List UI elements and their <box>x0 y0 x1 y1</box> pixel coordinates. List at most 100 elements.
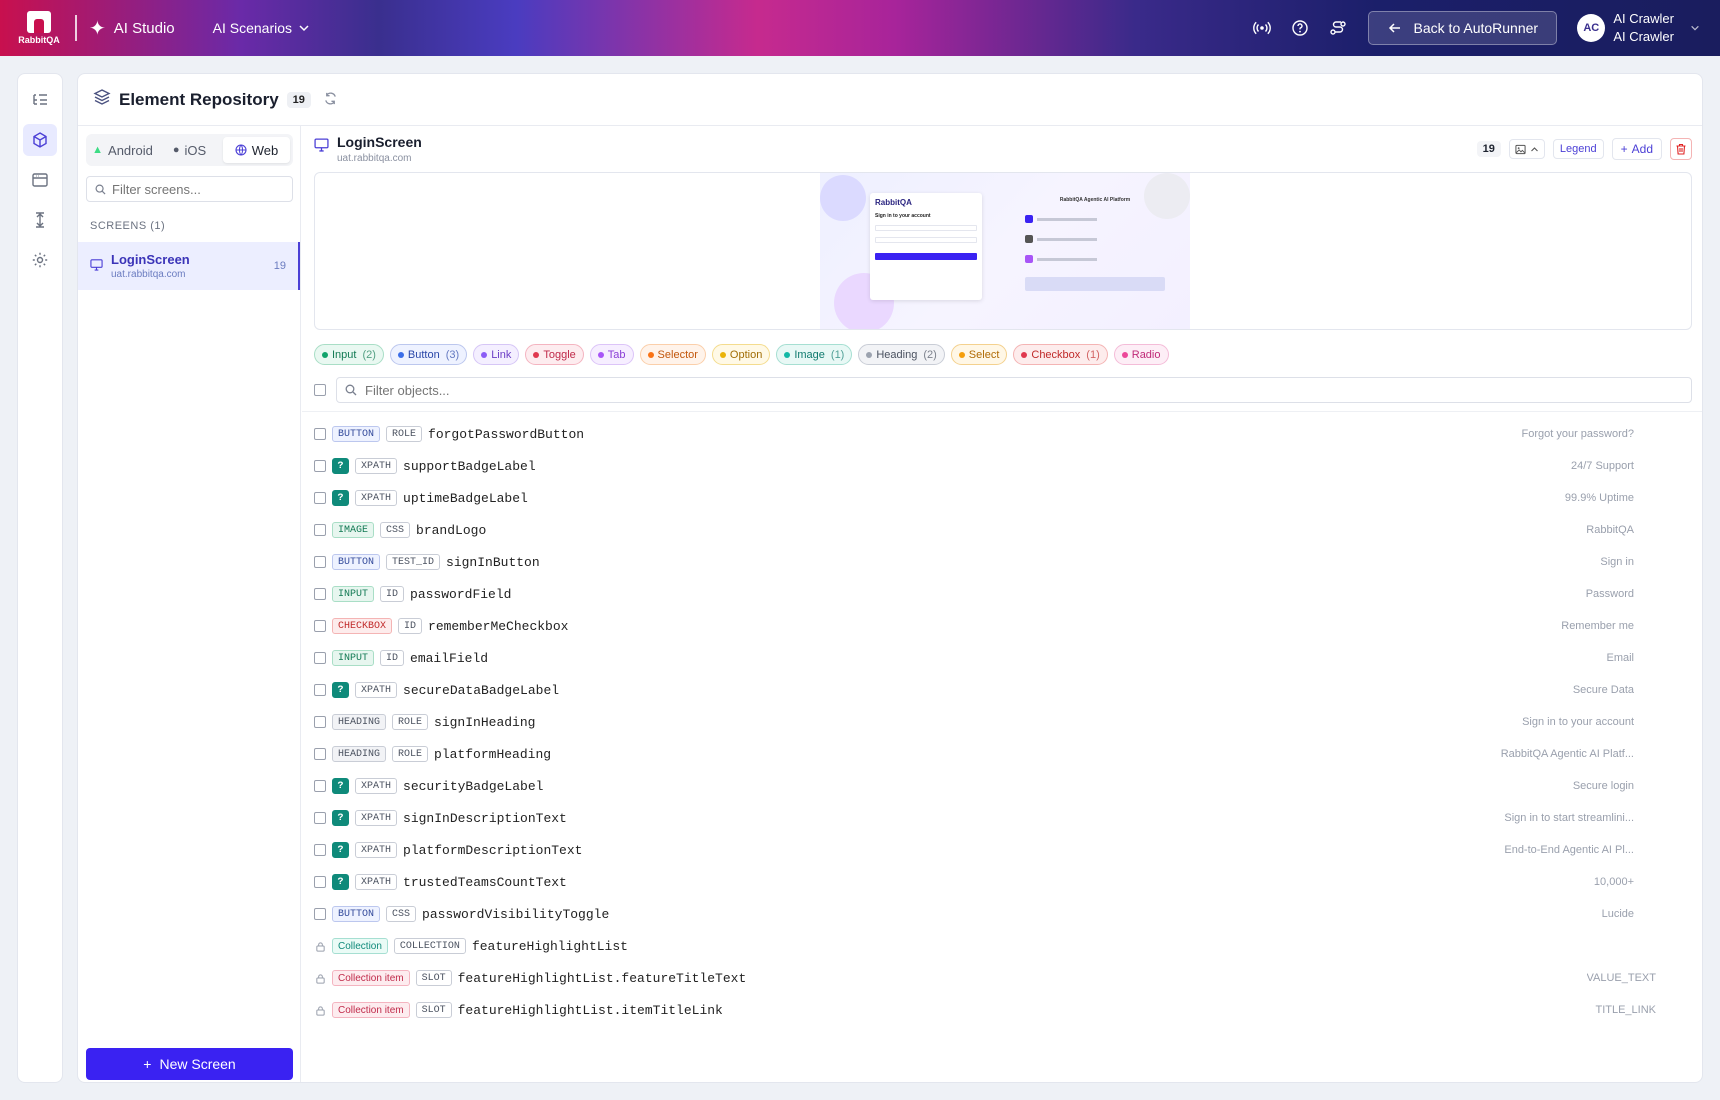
new-screen-button[interactable]: + New Screen <box>86 1048 293 1080</box>
locator-strategy-badge: XPATH <box>355 778 398 794</box>
monitor-icon <box>314 137 329 155</box>
filter-chip-input[interactable]: Input (2) <box>314 344 384 365</box>
filter-chip-count: (1) <box>830 348 845 361</box>
element-row[interactable]: BUTTON CSS passwordVisibilityToggle Lucide <box>302 898 1702 930</box>
add-element-button[interactable]: + Add <box>1611 138 1662 160</box>
row-checkbox[interactable] <box>314 908 326 920</box>
box-icon[interactable] <box>23 124 57 156</box>
row-checkbox[interactable] <box>314 620 326 632</box>
row-checkbox[interactable] <box>314 428 326 440</box>
screen-filter-input[interactable] <box>112 181 282 197</box>
chevron-down-icon <box>1691 25 1699 31</box>
help-icon[interactable] <box>1282 10 1318 46</box>
filter-chip-radio[interactable]: Radio <box>1113 344 1169 365</box>
avatar: AC <box>1577 14 1606 42</box>
filter-chip-image[interactable]: Image (1) <box>776 344 853 365</box>
element-row[interactable]: Collection item SLOT featureHighlightList.… <box>302 962 1702 994</box>
user-menu[interactable]: AC AI Crawler AI Crawler <box>1577 10 1700 46</box>
row-checkbox[interactable] <box>314 748 326 760</box>
element-value: RabbitQA Agentic AI Platf... <box>1500 748 1634 760</box>
tab-android[interactable]: ▲ Android <box>89 137 156 163</box>
element-row[interactable]: BUTTON TEST_ID signInButton Sign in <box>302 546 1702 578</box>
element-value: Secure login <box>1572 780 1634 792</box>
row-checkbox[interactable] <box>314 780 326 792</box>
filter-chip-option[interactable]: Option <box>711 344 771 365</box>
element-name: signInButton <box>446 554 540 570</box>
element-row[interactable]: ? XPATH signInDescriptionText Sign in to st… <box>302 802 1702 834</box>
element-row[interactable]: ? XPATH trustedTeamsCountText 10,000+ <box>302 866 1702 898</box>
settings-gear-icon[interactable] <box>23 244 57 276</box>
list-tree-icon[interactable] <box>23 84 57 116</box>
element-type-badge: ? <box>332 874 349 890</box>
locator-strategy-badge: ROLE <box>386 426 423 442</box>
row-checkbox[interactable] <box>314 492 326 504</box>
row-checkbox[interactable] <box>314 588 326 600</box>
delete-screen-button[interactable] <box>1670 138 1692 160</box>
refresh-icon[interactable] <box>323 91 338 109</box>
filter-chip-selector[interactable]: Selector <box>639 344 706 365</box>
filter-chip-select[interactable]: Select <box>950 344 1008 365</box>
back-to-autorunner-button[interactable]: Back to AutoRunner <box>1368 11 1558 45</box>
filter-chip-label: Checkbox <box>1031 348 1081 361</box>
tab-ios[interactable]: ● iOS <box>156 137 223 163</box>
legend-button[interactable]: Legend <box>1552 139 1604 159</box>
element-row[interactable]: CHECKBOX ID rememberMeCheckbox Remember me <box>302 610 1702 642</box>
broadcast-icon[interactable] <box>1244 10 1280 46</box>
select-all-checkbox[interactable] <box>314 384 326 396</box>
row-checkbox[interactable] <box>314 684 326 696</box>
element-value: Sign in to your account <box>1522 716 1634 728</box>
element-row[interactable]: ? XPATH secureDataBadgeLabel Secure Data <box>302 674 1702 706</box>
align-center-icon[interactable] <box>23 204 57 236</box>
element-row[interactable]: HEADING ROLE signInHeading Sign in to your … <box>302 706 1702 738</box>
element-name: securityBadgeLabel <box>403 778 544 794</box>
locator-strategy-badge: ID <box>398 618 423 634</box>
browser-window-icon[interactable] <box>23 164 57 196</box>
row-checkbox[interactable] <box>314 812 326 824</box>
element-row[interactable]: HEADING ROLE platformHeading RabbitQA Agent… <box>302 738 1702 770</box>
filter-chip-label: Radio <box>1131 348 1161 361</box>
element-row[interactable]: INPUT ID emailField Email <box>302 642 1702 674</box>
row-checkbox[interactable] <box>314 556 326 568</box>
element-row[interactable]: INPUT ID passwordField Password <box>302 578 1702 610</box>
filter-chip-count: (1) <box>1086 348 1100 361</box>
row-checkbox[interactable] <box>314 460 326 472</box>
row-checkbox[interactable] <box>314 524 326 536</box>
row-checkbox[interactable] <box>314 652 326 664</box>
filter-dot-icon <box>1021 351 1028 358</box>
screenshot-toggle[interactable] <box>1508 139 1545 159</box>
locator-strategy-badge: ID <box>380 650 405 666</box>
filter-chip-button[interactable]: Button (3) <box>389 344 468 365</box>
element-row[interactable]: BUTTON ROLE forgotPasswordButton Forgot you… <box>302 418 1702 450</box>
element-name: passwordField <box>410 586 512 602</box>
filter-dot-icon <box>866 351 873 358</box>
element-row[interactable]: Collection item SLOT featureHighlightList.… <box>302 994 1702 1026</box>
filter-chip-checkbox[interactable]: Checkbox (1) <box>1013 344 1108 365</box>
filter-chip-toggle[interactable]: Toggle <box>525 344 584 365</box>
object-filter-input[interactable] <box>365 382 965 398</box>
element-value: Sign in to start streamlini... <box>1504 812 1634 824</box>
element-type-badge: HEADING <box>332 714 387 730</box>
screen-item-loginscreen[interactable]: LoginScreen uat.rabbitqa.com 19 <box>78 242 300 290</box>
element-row[interactable]: IMAGE CSS brandLogo RabbitQA <box>302 514 1702 546</box>
element-row[interactable]: ? XPATH platformDescriptionText End-to-End … <box>302 834 1702 866</box>
filter-chip-heading[interactable]: Heading (2) <box>858 344 945 365</box>
filter-chip-tab[interactable]: Tab <box>589 344 634 365</box>
element-row[interactable]: Collection COLLECTION featureHighlightList <box>302 930 1702 962</box>
element-row[interactable]: ? XPATH securityBadgeLabel Secure login <box>302 770 1702 802</box>
element-row[interactable]: ? XPATH uptimeBadgeLabel 99.9% Uptime <box>302 482 1702 514</box>
ai-scenarios-dropdown[interactable]: AI Scenarios <box>213 20 310 36</box>
screenshot-preview[interactable]: RabbitQA Sign in to your account RabbitQ… <box>314 172 1692 330</box>
ai-studio-label: AI Studio <box>113 19 175 37</box>
route-icon[interactable] <box>1320 10 1356 46</box>
preview-right-panel: RabbitQA Agentic AI Platform <box>1025 197 1165 291</box>
ai-studio-link[interactable]: ✦ AI Studio <box>89 16 175 41</box>
element-type-badge: IMAGE <box>332 522 375 538</box>
image-icon <box>1515 144 1526 154</box>
tab-web[interactable]: Web <box>223 137 290 163</box>
row-checkbox[interactable] <box>314 876 326 888</box>
element-row[interactable]: ? XPATH supportBadgeLabel 24/7 Support <box>302 450 1702 482</box>
filter-chip-link[interactable]: Link <box>473 344 520 365</box>
rabbitqa-logo[interactable]: RabbitQA <box>17 6 61 50</box>
row-checkbox[interactable] <box>314 844 326 856</box>
row-checkbox[interactable] <box>314 716 326 728</box>
